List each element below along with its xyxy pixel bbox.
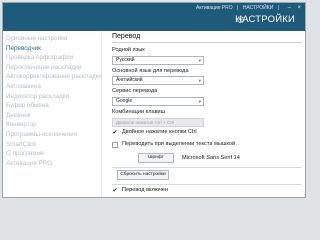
font-value: Microsoft Sans Serif 14 (182, 155, 240, 161)
service-select[interactable]: Google ▾ (112, 97, 204, 106)
sidebar-item-about[interactable]: О программе (3, 149, 101, 159)
main-language-label: Основной язык для перевода (112, 68, 189, 74)
translate-on-select-option[interactable]: Переводить при выделении текста мышкой (112, 141, 282, 149)
native-language-select[interactable]: Русский ▾ (112, 56, 204, 65)
sidebar-item-layout-autocorrect[interactable]: Автокорректирование раскладки (3, 72, 102, 82)
hotkeys-label: Комбинации клавиш (112, 109, 166, 115)
double-ctrl-label: Двойное нажатие кнопки Ctrl (122, 129, 197, 135)
main-language-value: Английский (116, 77, 143, 83)
main-language-select[interactable]: Английский ▾ (112, 76, 204, 85)
native-language-label: Родной язык (112, 47, 145, 53)
reset-settings-button[interactable]: Сбросить настройки (117, 170, 169, 180)
sidebar-item-converter[interactable]: Конвертор (3, 120, 101, 130)
native-language-value: Русский (116, 57, 135, 63)
minimize-button[interactable]: – (288, 4, 291, 12)
page-title: НАСТРОЙКИ (235, 14, 295, 25)
sidebar-item-layout-switch[interactable]: Переключение раскладки (3, 63, 101, 73)
section-title: Перевод (112, 33, 141, 40)
sidebar: Основные настройки Переводчик Проверка о… (3, 31, 102, 197)
sidebar-item-translator[interactable]: Переводчик (3, 44, 101, 54)
divider (112, 167, 302, 168)
double-ctrl-option[interactable]: ✔ Двойное нажатие кнопки Ctrl (112, 129, 262, 137)
title-bar: Активация PRO | НАСТРОЙКИ | – × НАСТРОЙК… (3, 3, 305, 31)
chevron-down-icon: ▾ (198, 99, 201, 104)
translation-enabled-label: Перевод включен (122, 187, 169, 193)
sidebar-item-autoreplace[interactable]: Автозамена (3, 82, 101, 92)
sidebar-item-exceptions[interactable]: Программы-исключения (3, 130, 101, 140)
sidebar-item-layout-indicator[interactable]: Индикатор раскладки (3, 92, 101, 102)
close-button[interactable]: × (297, 4, 301, 12)
hotkey-field[interactable]: Двойное нажатие Ctrl + Ctrl (112, 118, 204, 127)
check-icon[interactable]: ✔ (112, 130, 118, 136)
section-divider (112, 42, 302, 43)
font-button[interactable]: Шрифт (138, 153, 174, 163)
settings-window: Активация PRO | НАСТРОЙКИ | – × НАСТРОЙК… (2, 2, 306, 198)
activation-link[interactable]: Активация PRO (196, 5, 233, 11)
sidebar-item-clipboard[interactable]: Буфер обмена (3, 101, 101, 111)
chevron-down-icon: ▾ (198, 58, 201, 63)
sidebar-item-activation[interactable]: Активация PRO (3, 159, 101, 169)
title-links: Активация PRO | НАСТРОЙКИ | (193, 5, 279, 11)
sidebar-item-general[interactable]: Основные настройки (3, 34, 101, 44)
settings-link[interactable]: НАСТРОЙКИ (243, 5, 274, 11)
sidebar-item-spellcheck[interactable]: Проверка орфографии (3, 53, 101, 63)
check-icon[interactable]: ✔ (112, 188, 118, 194)
sidebar-item-smartclick[interactable]: SmartClick (3, 140, 101, 150)
translate-on-select-label: Переводить при выделении текста мышкой (122, 141, 236, 147)
service-value: Google (116, 98, 133, 104)
title-separator-2: | (277, 5, 279, 11)
translation-enabled-option[interactable]: ✔ Перевод включен (112, 187, 212, 195)
translator-settings-panel: Перевод Родной язык Русский ▾ Основной я… (108, 31, 305, 197)
service-label: Сервис перевода (112, 88, 158, 94)
empty-checkbox-icon[interactable] (112, 142, 118, 148)
title-separator: | (237, 5, 239, 11)
chevron-down-icon: ▾ (198, 78, 201, 83)
divider-2 (112, 184, 302, 185)
sidebar-item-diary[interactable]: Дневник (3, 111, 101, 121)
